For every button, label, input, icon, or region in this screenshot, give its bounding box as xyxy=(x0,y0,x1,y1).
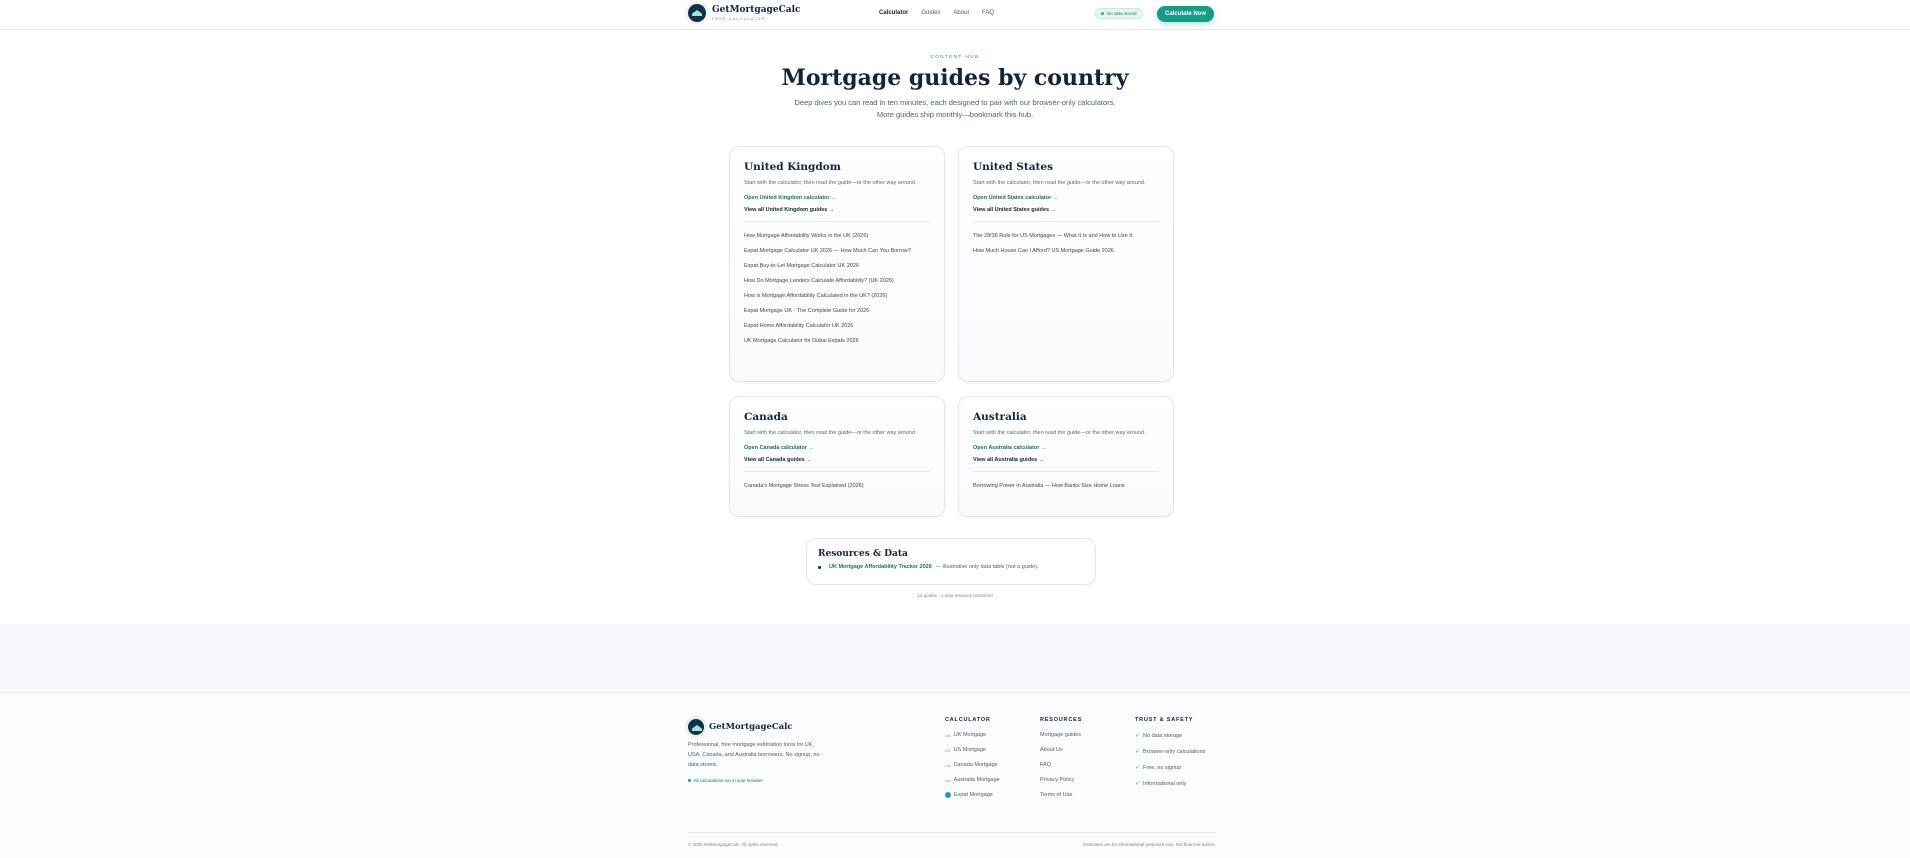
view-all-guides-link[interactable]: View all United Kingdom guides → xyxy=(744,207,930,213)
publish-stats: 12 guides · 1 data resource published xyxy=(917,593,993,598)
footer-link-faq[interactable]: FAQ xyxy=(1040,762,1082,768)
divider xyxy=(744,221,930,222)
flag-icon: US xyxy=(945,747,951,753)
footer-link-about-us[interactable]: About Us xyxy=(1040,747,1082,753)
guide-link[interactable]: How Mortgage Affordability Works in the … xyxy=(744,232,930,240)
country-card-canada: Canada Start with the calculator, then r… xyxy=(729,396,945,517)
check-icon: ✓ xyxy=(1135,765,1141,771)
guide-link[interactable]: The 28/36 Rule for US Mortgages — What I… xyxy=(973,232,1159,240)
page-lead: Deep dives you can read in ten minutes, … xyxy=(794,98,1116,119)
footer-brand-name: GetMortgageCalc xyxy=(709,722,793,732)
view-all-guides-link[interactable]: View all Canada guides → xyxy=(744,457,930,463)
guide-link[interactable]: Expat Mortgage UK - The Complete Guide f… xyxy=(744,307,930,315)
footer-link-terms-of-use[interactable]: Terms of Use xyxy=(1040,792,1082,798)
guide-link[interactable]: How Much House Can I Afford? US Mortgage… xyxy=(973,247,1159,255)
trust-item: ✓ Informational only xyxy=(1135,780,1187,788)
nav-faq[interactable]: FAQ xyxy=(982,10,994,16)
footer-link-mortgage-guides[interactable]: Mortgage guides xyxy=(1040,732,1082,738)
check-icon: ✓ xyxy=(1135,733,1141,739)
country-card-uk: United Kingdom Start with the calculator… xyxy=(729,146,945,382)
tracker-link[interactable]: UK Mortgage Affordability Tracker 2026 xyxy=(829,564,932,570)
column-heading: RESOURCES xyxy=(1040,717,1083,723)
footer-link-privacy-policy[interactable]: Privacy Policy xyxy=(1040,777,1082,783)
status-dot-icon xyxy=(688,779,691,782)
open-calculator-link[interactable]: Open Canada calculator → xyxy=(744,445,930,451)
brand-subtitle: FREE CALCULATOR xyxy=(712,15,766,21)
trust-item: ✓ No data storage xyxy=(1135,732,1183,740)
check-icon: ✓ xyxy=(1135,781,1141,787)
footer-divider xyxy=(688,832,1216,833)
page-title: Mortgage guides by country xyxy=(781,65,1129,91)
country-card-us: United States Start with the calculator,… xyxy=(958,146,1174,382)
trust-item: ✓ Free, no signup xyxy=(1135,764,1182,772)
card-title: Canada xyxy=(744,411,788,423)
footer-calculator-column: CALCULATOR GB UK Mortgage US US Mortgage C… xyxy=(945,717,1000,807)
country-card-australia: Australia Start with the calculator, the… xyxy=(958,396,1174,517)
view-all-guides-link[interactable]: View all Australia guides → xyxy=(973,457,1159,463)
footer-link-uk-mortgage[interactable]: GB UK Mortgage xyxy=(945,732,1000,738)
guide-link[interactable]: How is Mortgage Affordability Calculated… xyxy=(744,292,930,300)
content-hub-kicker: CONTENT HUB xyxy=(930,54,980,59)
open-calculator-link[interactable]: Open United Kingdom calculator → xyxy=(744,195,930,201)
view-all-guides-link[interactable]: View all United States guides → xyxy=(973,207,1159,213)
open-calculator-link[interactable]: Open United States calculator → xyxy=(973,195,1159,201)
brand-name: GetMortgageCalc xyxy=(712,4,801,15)
tracker-description: — illustrative only data table (not a gu… xyxy=(935,564,1039,570)
guide-link[interactable]: Borrowing Power in Australia — How Banks… xyxy=(973,482,1159,490)
resources-title: Resources & Data xyxy=(818,549,908,559)
flag-icon: GB xyxy=(945,732,951,738)
divider xyxy=(744,471,930,472)
house-logo-icon xyxy=(688,4,706,22)
brand-logo-link[interactable]: GetMortgageCalc FREE CALCULATOR xyxy=(688,4,800,22)
guide-link[interactable]: Expat Buy-to-Let Mortgage Calculator UK … xyxy=(744,262,930,270)
footer-link-australia-mortgage[interactable]: AU Australia Mortgage xyxy=(945,777,1000,783)
column-heading: CALCULATOR xyxy=(945,717,991,723)
divider xyxy=(973,221,1159,222)
house-logo-icon xyxy=(688,719,704,735)
browser-only-note: All calculations run in your browser xyxy=(688,778,763,783)
column-heading: TRUST & SAFETY xyxy=(1135,717,1194,723)
footer-resources-column: RESOURCES Mortgage guides About Us FAQ P… xyxy=(1040,717,1082,807)
guide-link[interactable]: Canada's Mortgage Stress Test Explained … xyxy=(744,482,930,490)
footer-link-us-mortgage[interactable]: US US Mortgage xyxy=(945,747,1000,753)
card-title: Australia xyxy=(973,411,1027,423)
card-intro: Start with the calculator, then read the… xyxy=(973,180,1146,186)
guide-link[interactable]: How Do Mortgage Lenders Calculate Afford… xyxy=(744,277,930,285)
status-dot-icon xyxy=(1101,12,1104,15)
flag-icon: CA xyxy=(945,762,951,768)
nav-guides[interactable]: Guides xyxy=(921,10,940,16)
footer-description: Professional, free mortgage estimation t… xyxy=(688,742,820,768)
nav-about[interactable]: About xyxy=(953,10,969,16)
main-nav: Calculator Guides About FAQ xyxy=(879,10,994,16)
card-title: United States xyxy=(973,161,1053,173)
footer-link-canada-mortgage[interactable]: CA Canada Mortgage xyxy=(945,762,1000,768)
check-icon: ✓ xyxy=(1135,749,1141,755)
card-intro: Start with the calculator, then read the… xyxy=(973,430,1146,436)
footer-trust-column: TRUST & SAFETY ✓ No data storage ✓ Browser… xyxy=(1135,717,1205,796)
badge-label: No data stored xyxy=(1107,11,1137,16)
footer-link-expat-mortgage[interactable]: Expat Mortgage xyxy=(945,792,1000,798)
guide-link[interactable]: Expat Home Affordability Calculator UK 2… xyxy=(744,322,930,330)
footer-brand[interactable]: GetMortgageCalc xyxy=(688,719,793,735)
guide-link[interactable]: Expat Mortgage Calculator UK 2026 — How … xyxy=(744,247,930,255)
calculate-now-button[interactable]: Calculate Now xyxy=(1157,6,1214,22)
nav-calculator[interactable]: Calculator xyxy=(879,10,908,16)
guide-link[interactable]: UK Mortgage Calculator for Dubai Expats … xyxy=(744,337,930,345)
open-calculator-link[interactable]: Open Australia calculator → xyxy=(973,445,1159,451)
flag-icon: AU xyxy=(945,777,951,783)
card-intro: Start with the calculator, then read the… xyxy=(744,430,917,436)
bullet-icon xyxy=(818,565,821,569)
no-data-stored-badge: No data stored xyxy=(1095,8,1143,19)
trust-item: ✓ Browser-only calculations xyxy=(1135,748,1206,756)
disclaimer: Estimates are for informational purposes… xyxy=(1083,842,1216,847)
resources-data-card: Resources & Data UK Mortgage Affordabili… xyxy=(806,538,1096,585)
note-text: All calculations run in your browser xyxy=(693,778,764,783)
divider xyxy=(973,471,1159,472)
pre-footer-band xyxy=(0,624,1910,692)
card-intro: Start with the calculator, then read the… xyxy=(744,180,917,186)
globe-icon xyxy=(945,792,951,798)
copyright: © 2026 GetMortgageCalc. All rights reser… xyxy=(688,842,779,847)
card-title: United Kingdom xyxy=(744,161,841,173)
